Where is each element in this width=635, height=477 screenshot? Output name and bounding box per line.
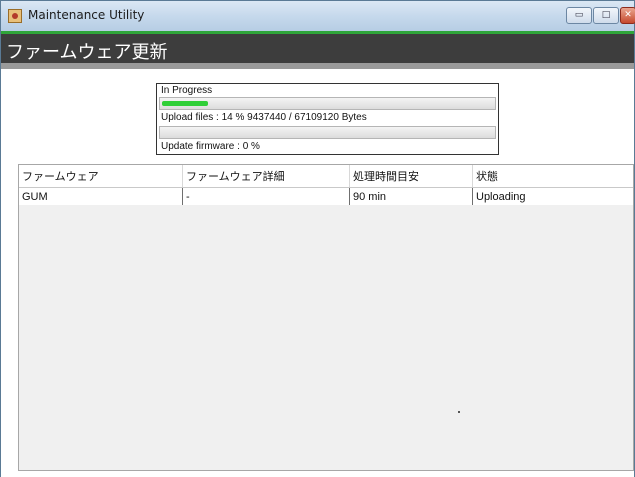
maximize-button[interactable]: □ [593,7,619,24]
upload-progress-fill [162,101,208,106]
cell-firmware-details: - [183,188,350,205]
minimize-icon: ▭ [574,10,584,20]
upload-progress-bar [159,97,496,110]
minimize-button[interactable]: ▭ [566,7,592,24]
page-title: ファームウェア更新 [6,42,168,63]
update-progress-bar [159,126,496,139]
maximize-icon: □ [601,10,611,20]
upload-progress-label: Upload files : 14 % 9437440 / 67109120 B… [161,112,367,123]
main-content: In Progress Upload files : 14 % 9437440 … [1,69,634,477]
column-header-firmware[interactable]: ファームウェア [19,165,183,187]
cell-estimated-time: 90 min [350,188,473,205]
page-header: ファームウェア更新 [1,31,634,63]
close-button[interactable]: ✕ [620,7,635,24]
stray-dot [458,411,460,413]
title-bar[interactable]: Maintenance Utility ▭ □ ✕ [1,1,635,31]
close-icon: ✕ [624,10,632,20]
firmware-table: ファームウェア ファームウェア詳細 処理時間目安 状態 GUM - 90 min… [18,164,634,471]
maintenance-utility-window: Maintenance Utility ▭ □ ✕ ファームウェア更新 In P… [0,0,635,477]
java-app-icon [8,9,22,23]
cell-firmware: GUM [19,188,183,205]
column-header-status[interactable]: 状態 [473,165,633,187]
table-row[interactable]: GUM - 90 min Uploading [19,188,633,205]
progress-status-label: In Progress [161,85,213,96]
update-progress-label: Update firmware : 0 % [161,141,260,152]
window-title: Maintenance Utility [28,8,145,22]
column-header-estimated-time[interactable]: 処理時間目安 [350,165,473,187]
column-header-firmware-details[interactable]: ファームウェア詳細 [183,165,350,187]
table-header: ファームウェア ファームウェア詳細 処理時間目安 状態 [19,165,633,188]
cell-status: Uploading [476,190,526,203]
progress-panel: In Progress Upload files : 14 % 9437440 … [156,83,499,155]
